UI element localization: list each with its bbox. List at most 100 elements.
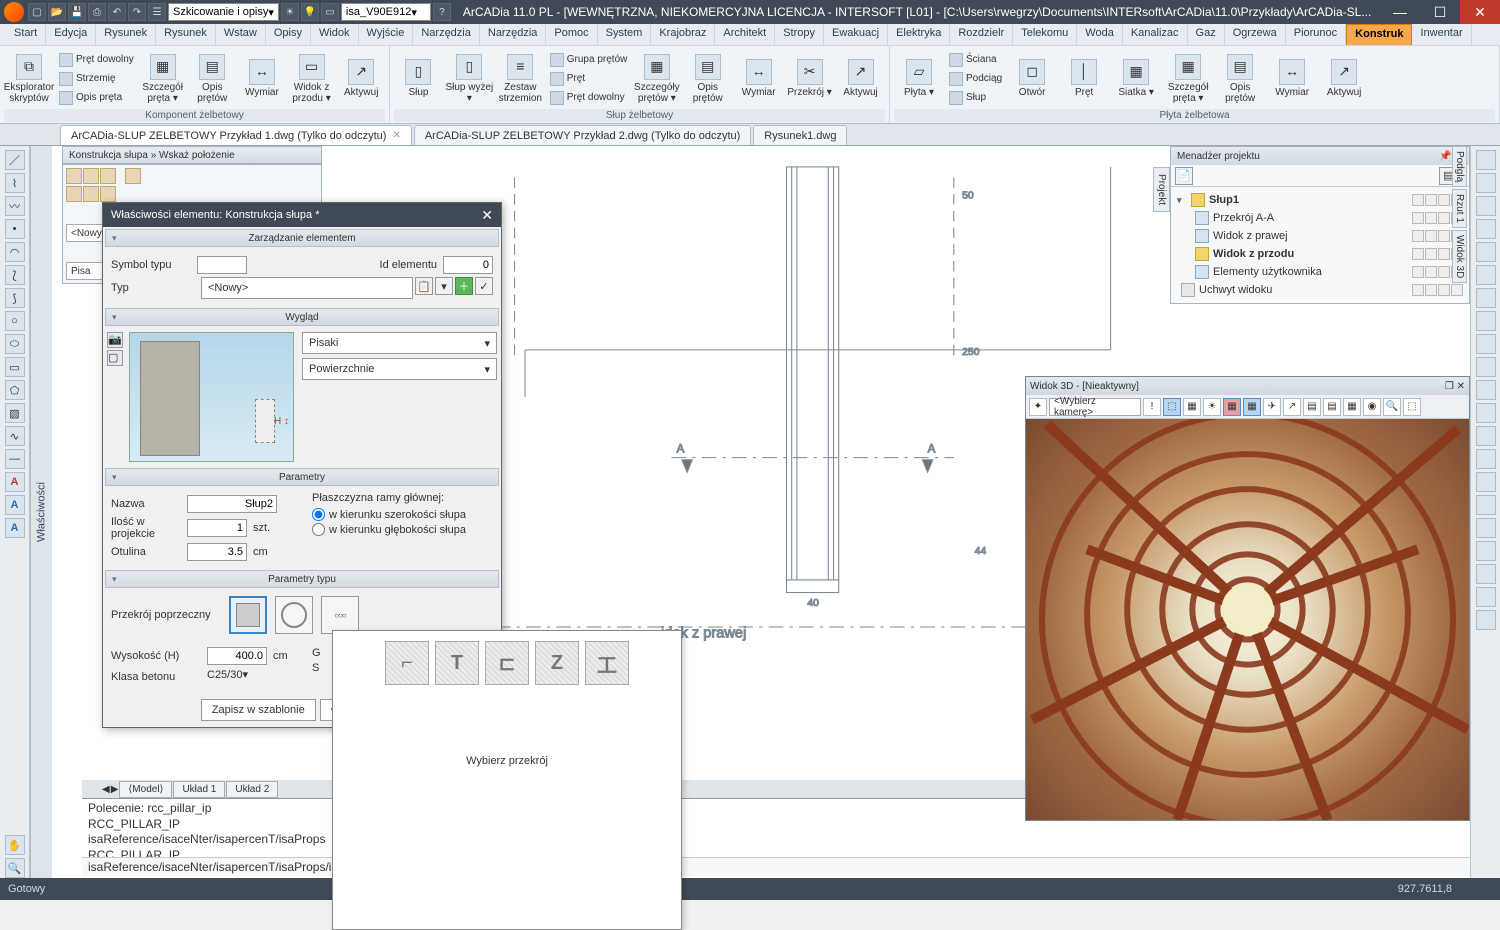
- wymiar-button3[interactable]: ↔Wymiar: [1267, 50, 1317, 108]
- opis-preta-item[interactable]: Opis pręta: [56, 89, 137, 107]
- shape-more-button[interactable]: [321, 596, 359, 634]
- pret-button[interactable]: │Pręt: [1059, 50, 1109, 108]
- close-tab-icon[interactable]: ✕: [392, 130, 400, 141]
- proj-add-icon[interactable]: 📄: [1175, 167, 1193, 185]
- section-management[interactable]: ▾Zarządzanie elementem: [105, 229, 499, 247]
- qat-open-icon[interactable]: 📂: [48, 3, 66, 21]
- cover-input[interactable]: [187, 543, 247, 561]
- minimize-button[interactable]: —: [1380, 0, 1420, 24]
- shape-rect-button[interactable]: [229, 596, 267, 634]
- tool-circle-icon[interactable]: ○: [5, 311, 25, 331]
- aktywuj-button3[interactable]: ↗Aktywuj: [1319, 50, 1369, 108]
- typ-opt2[interactable]: ▾: [435, 277, 453, 295]
- tab-widok[interactable]: Widok: [311, 24, 359, 45]
- tab-pomoc[interactable]: Pomoc: [546, 24, 597, 45]
- project-tab-handle[interactable]: Projekt: [1153, 167, 1170, 212]
- qat-new-icon[interactable]: ▢: [28, 3, 46, 21]
- podciag-item[interactable]: Podciąg: [946, 70, 1005, 88]
- doc-tab-1[interactable]: ArCADia-SLUP ZELBETOWY Przykład 1.dwg (T…: [60, 125, 412, 145]
- tab-krajobraz[interactable]: Krajobraz: [651, 24, 715, 45]
- tab-rysunek2[interactable]: Rysunek: [156, 24, 216, 45]
- qat-redo-icon[interactable]: ↷: [128, 3, 146, 21]
- tab-stropy[interactable]: Stropy: [775, 24, 824, 45]
- rt-10[interactable]: [1476, 380, 1496, 400]
- tab-ogrzewa[interactable]: Ogrzewa: [1225, 24, 1286, 45]
- v3d-tool10[interactable]: ▤: [1303, 398, 1321, 416]
- save-template-button[interactable]: Zapisz w szablonie: [201, 699, 316, 721]
- tab-wstaw[interactable]: Wstaw: [216, 24, 266, 45]
- tree-uchwyt[interactable]: Uchwyt widoku: [1177, 281, 1463, 299]
- pret-dowolny-item[interactable]: Pręt dowolny: [56, 51, 137, 69]
- tab-gaz[interactable]: Gaz: [1188, 24, 1225, 45]
- rt-12[interactable]: [1476, 426, 1496, 446]
- rt-7[interactable]: [1476, 311, 1496, 331]
- surfaces-dropdown[interactable]: Powierzchnie▾: [302, 358, 497, 380]
- tab-rysunek[interactable]: Rysunek: [96, 24, 156, 45]
- tab-kanalizac[interactable]: Kanalizac: [1123, 24, 1188, 45]
- aktywuj-button2[interactable]: ↗Aktywuj: [836, 50, 885, 108]
- constr-ic7[interactable]: [100, 186, 116, 202]
- view-cam-icon[interactable]: 📷: [107, 332, 123, 348]
- rt-14[interactable]: [1476, 472, 1496, 492]
- doc-tab-3[interactable]: Rysunek1.dwg: [753, 125, 847, 145]
- slup-wyzej-button[interactable]: ▯Słup wyżej ▾: [445, 50, 494, 108]
- tool-text3-icon[interactable]: A: [5, 518, 25, 538]
- tab-rozdziel[interactable]: Rozdzielr: [950, 24, 1013, 45]
- eksplorator-skryptow-button[interactable]: ⧉Eksplorator skryptów: [4, 50, 54, 108]
- rt-17[interactable]: [1476, 541, 1496, 561]
- radio-width[interactable]: [312, 508, 325, 521]
- v3d-tool3[interactable]: ⬚: [1163, 398, 1181, 416]
- rt-9[interactable]: [1476, 357, 1496, 377]
- rt-4[interactable]: [1476, 242, 1496, 262]
- plyta-button[interactable]: ▱Płyta ▾: [894, 50, 944, 108]
- sciana-item[interactable]: Ściana: [946, 51, 1005, 69]
- rt-add-icon[interactable]: [1476, 150, 1496, 170]
- tab-piorunoc[interactable]: Piorunoc: [1286, 24, 1346, 45]
- view3d-rest-icon[interactable]: ❐: [1445, 381, 1454, 392]
- properties-handle[interactable]: Właściwości: [30, 146, 52, 878]
- tool-rect-icon[interactable]: ▭: [5, 357, 25, 377]
- shape-circle-button[interactable]: [275, 596, 313, 634]
- rt-13[interactable]: [1476, 449, 1496, 469]
- v3d-tool4[interactable]: ▦: [1183, 398, 1201, 416]
- rt-20[interactable]: [1476, 610, 1496, 630]
- tree-widok-prawej[interactable]: Widok z prawej: [1177, 227, 1463, 245]
- opis-pretow-button3[interactable]: ▤Opis prętów: [1215, 50, 1265, 108]
- tool-arc-icon[interactable]: ◠: [5, 242, 25, 262]
- opis-pretow-button[interactable]: ▤Opis prętów: [188, 50, 236, 108]
- tab-system[interactable]: System: [598, 24, 652, 45]
- szczegol-preta-button[interactable]: ▦Szczegół pręta ▾: [139, 50, 187, 108]
- qat-print-icon[interactable]: ⎙: [88, 3, 106, 21]
- tool-text2-icon[interactable]: A: [5, 495, 25, 515]
- rt-1[interactable]: [1476, 173, 1496, 193]
- typ-add[interactable]: ＋: [455, 277, 473, 295]
- typ-opt3[interactable]: ✓: [475, 277, 493, 295]
- rt-5[interactable]: [1476, 265, 1496, 285]
- rt-11[interactable]: [1476, 403, 1496, 423]
- section-appearance[interactable]: ▾Wygląd: [105, 308, 499, 326]
- rt-16[interactable]: [1476, 518, 1496, 538]
- xsec-L[interactable]: ⌐: [385, 641, 429, 685]
- constr-ic1[interactable]: [66, 168, 82, 184]
- tab-narzedzia2[interactable]: Narzędzia: [480, 24, 547, 45]
- id-input[interactable]: [443, 256, 493, 274]
- qat-undo-icon[interactable]: ↶: [108, 3, 126, 21]
- proj-pin-icon[interactable]: 📌: [1439, 151, 1451, 162]
- qat-sun-icon[interactable]: ☀: [281, 3, 299, 21]
- v3d-tool2[interactable]: !: [1143, 398, 1161, 416]
- tab-architekt[interactable]: Architekt: [715, 24, 775, 45]
- v3d-tool15[interactable]: ⬚: [1403, 398, 1421, 416]
- v3d-tool1[interactable]: ✦: [1029, 398, 1047, 416]
- rt-18[interactable]: [1476, 564, 1496, 584]
- xsec-C[interactable]: ⊏: [485, 641, 529, 685]
- view3d-scene[interactable]: [1026, 419, 1469, 820]
- dialog-close-icon[interactable]: ✕: [481, 207, 493, 224]
- layer-combo[interactable]: isa_V90E912 ▾: [341, 3, 431, 21]
- otwor-button[interactable]: ◻Otwór: [1007, 50, 1057, 108]
- aktywuj-button[interactable]: ↗Aktywuj: [337, 50, 385, 108]
- tool-point-icon[interactable]: •: [5, 219, 25, 239]
- section-parameters[interactable]: ▾Parametry: [105, 468, 499, 486]
- tab-narzedzia[interactable]: Narzędzia: [413, 24, 480, 45]
- wymiar-button[interactable]: ↔Wymiar: [238, 50, 286, 108]
- strzemie-item[interactable]: Strzemię: [56, 70, 137, 88]
